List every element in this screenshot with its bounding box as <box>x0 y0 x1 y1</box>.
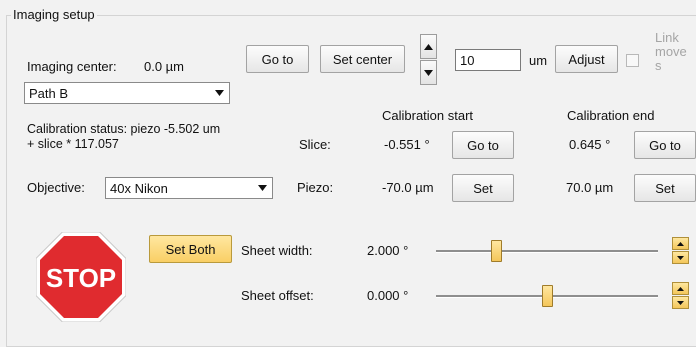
chevron-down-icon <box>254 179 271 197</box>
calibration-status-line2: + slice * 117.057 <box>27 137 119 151</box>
slice-start-goto-button[interactable]: Go to <box>452 131 514 159</box>
set-both-button[interactable]: Set Both <box>149 235 232 263</box>
sheet-width-value: 2.000 ° <box>367 243 409 258</box>
sheet-width-slider-track <box>436 250 658 253</box>
slice-end-goto-button[interactable]: Go to <box>634 131 696 159</box>
arrow-up-icon <box>424 43 433 50</box>
stop-button[interactable]: STOP <box>35 231 127 323</box>
piezo-label: Piezo: <box>297 180 334 195</box>
sheet-offset-up-button[interactable] <box>672 282 689 295</box>
step-unit-label: um <box>529 53 548 68</box>
arrow-down-icon <box>677 255 684 260</box>
chevron-down-icon <box>211 84 228 102</box>
step-size-input[interactable] <box>455 49 521 71</box>
sheet-width-slider[interactable] <box>436 239 658 263</box>
path-select[interactable]: Path B <box>24 82 230 104</box>
arrow-down-icon <box>677 300 684 305</box>
calibration-end-header: Calibration end <box>567 108 655 123</box>
step-size-field[interactable] <box>456 50 520 70</box>
piezo-start-set-button[interactable]: Set <box>452 174 514 202</box>
arrow-up-icon <box>677 286 684 291</box>
imaging-center-value: 0.0 µm <box>144 59 185 74</box>
sheet-width-down-button[interactable] <box>672 251 689 264</box>
calibration-status-line1: Calibration status: piezo -5.502 um <box>27 122 221 136</box>
sheet-offset-value: 0.000 ° <box>367 288 409 303</box>
calibration-start-header: Calibration start <box>382 108 474 123</box>
sheet-width-up-button[interactable] <box>672 237 689 250</box>
sheet-offset-slider[interactable] <box>436 284 658 308</box>
set-center-button[interactable]: Set center <box>320 45 405 73</box>
arrow-up-icon <box>677 241 684 246</box>
sheet-offset-slider-thumb[interactable] <box>542 285 553 307</box>
goto-center-button[interactable]: Go to <box>246 45 309 73</box>
piezo-start-value: -70.0 µm <box>382 180 434 195</box>
sheet-width-label: Sheet width: <box>241 243 313 258</box>
slice-end-value: 0.645 ° <box>569 137 611 152</box>
step-down-button[interactable] <box>420 60 437 85</box>
piezo-end-set-button[interactable]: Set <box>634 174 696 202</box>
link-moves-label-line2: move <box>655 44 687 59</box>
link-moves-label-line3: s <box>655 58 662 73</box>
objective-label: Objective: <box>27 180 85 195</box>
slice-label: Slice: <box>299 137 331 152</box>
sheet-offset-label: Sheet offset: <box>241 288 314 303</box>
objective-select-value: 40x Nikon <box>110 181 168 196</box>
step-up-button[interactable] <box>420 34 437 59</box>
stop-text: STOP <box>46 263 116 293</box>
adjust-button[interactable]: Adjust <box>555 45 618 73</box>
path-select-value: Path B <box>29 86 69 101</box>
sheet-width-slider-thumb[interactable] <box>491 240 502 262</box>
arrow-down-icon <box>424 69 433 76</box>
slice-start-value: -0.551 ° <box>384 137 430 152</box>
objective-select[interactable]: 40x Nikon <box>105 177 273 199</box>
stop-sign-icon: STOP <box>35 231 127 323</box>
piezo-end-value: 70.0 µm <box>566 180 614 195</box>
link-moves-label-line1: Link <box>655 30 679 45</box>
imaging-center-label: Imaging center: <box>27 59 117 74</box>
link-moves-checkbox[interactable] <box>626 54 639 67</box>
group-title: Imaging setup <box>11 7 97 23</box>
sheet-offset-down-button[interactable] <box>672 296 689 309</box>
